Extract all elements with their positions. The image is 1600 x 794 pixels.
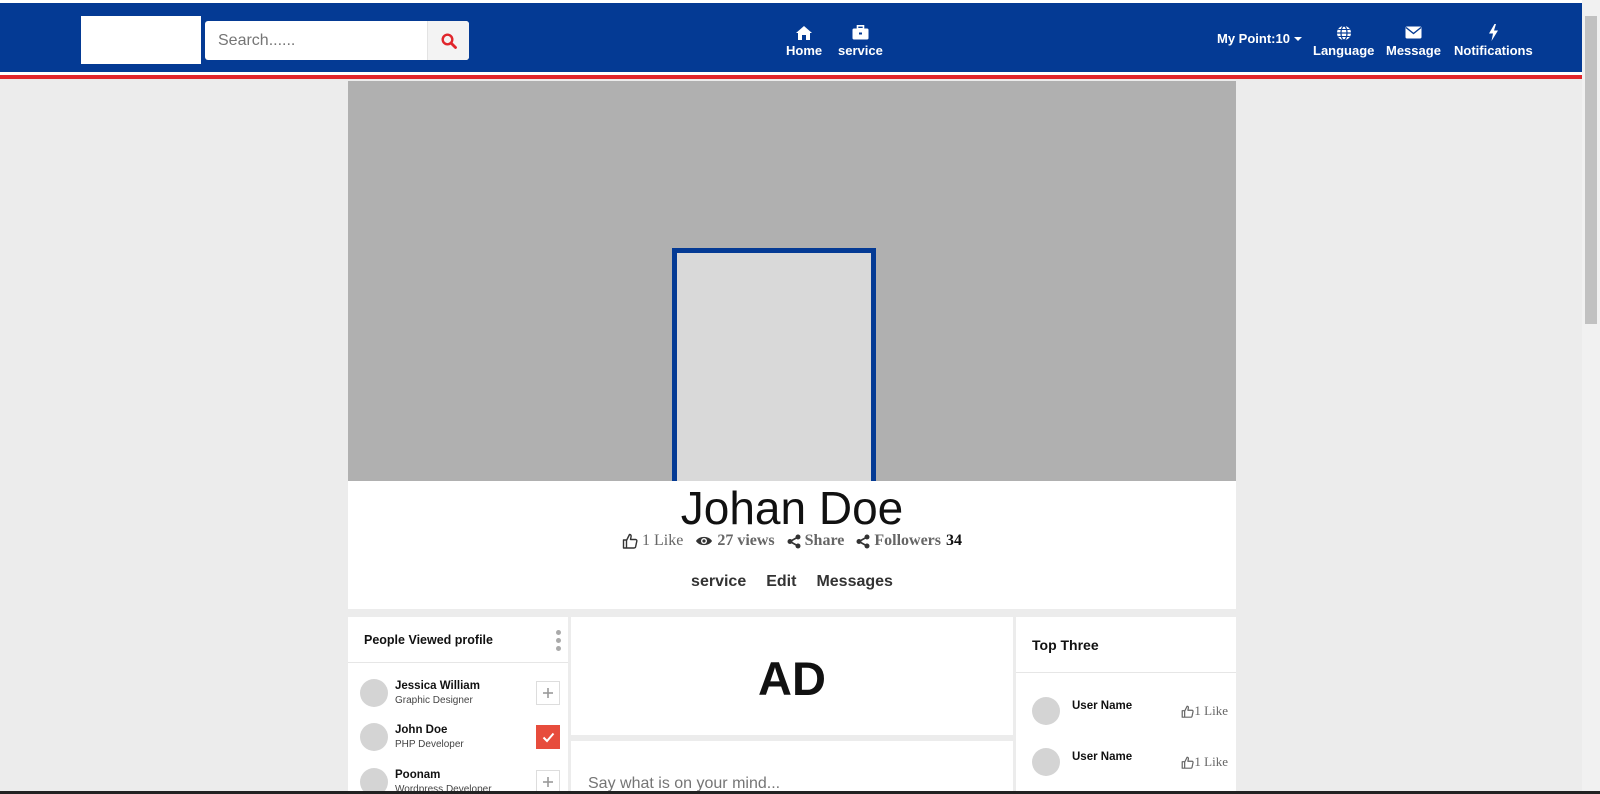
plus-icon (543, 777, 553, 787)
envelope-icon (1405, 26, 1422, 39)
eye-icon (696, 536, 713, 546)
person-role: PHP Developer (395, 739, 464, 750)
user-name[interactable]: User Name (1072, 751, 1181, 763)
nav-notifications-label: Notifications (1454, 43, 1533, 58)
nav-service[interactable]: service (838, 24, 883, 58)
search-button[interactable] (427, 21, 469, 60)
like-button[interactable]: 1 Like (622, 532, 683, 550)
bolt-icon (1488, 24, 1498, 41)
tab-service[interactable]: service (691, 573, 746, 591)
list-item: John Doe PHP Developer (360, 723, 560, 751)
tab-messages[interactable]: Messages (816, 573, 893, 591)
top-navbar: Home service My Point:10 Language Messag… (0, 3, 1582, 72)
nav-message[interactable]: Message (1386, 24, 1441, 58)
person-name[interactable]: Jessica William (395, 680, 536, 692)
followers-stat[interactable]: Followers 34 (856, 532, 962, 550)
nav-service-label: service (838, 43, 883, 58)
profile-tabs: service Edit Messages (348, 573, 1236, 591)
share-label: Share (804, 532, 845, 549)
avatar[interactable] (360, 723, 388, 751)
views-count: 27 views (717, 532, 775, 549)
tab-edit[interactable]: Edit (766, 573, 796, 591)
user-like-count: 1 Like (1194, 703, 1228, 718)
user-likes: 1 Like (1181, 754, 1228, 770)
user-like-count: 1 Like (1194, 754, 1228, 769)
profile-stats: 1 Like 27 views Share Followers 34 (348, 532, 1236, 550)
list-item: Jessica William Graphic Designer (360, 679, 560, 707)
briefcase-icon (852, 25, 869, 40)
nav-language[interactable]: Language (1313, 24, 1374, 58)
views-stat: 27 views (695, 532, 775, 550)
profile-name: Johan Doe (680, 482, 904, 534)
list-item: User Name 1 Like (1032, 748, 1228, 776)
follow-button[interactable] (536, 681, 560, 705)
share-icon (787, 534, 801, 548)
user-likes: 1 Like (1181, 703, 1228, 719)
nav-home-label: Home (786, 43, 823, 58)
person-role: Graphic Designer (395, 695, 473, 706)
following-button[interactable] (536, 725, 560, 749)
site-logo[interactable] (81, 16, 201, 64)
list-item: User Name 1 Like (1032, 697, 1228, 725)
top-three-title: Top Three (1016, 617, 1236, 673)
my-point-label: My Point:10 (1217, 31, 1290, 46)
home-icon (796, 25, 813, 40)
ad-text: AD (758, 652, 826, 705)
nav-notifications[interactable]: Notifications (1454, 24, 1533, 58)
person-name[interactable]: Poonam (395, 769, 536, 781)
avatar[interactable] (360, 679, 388, 707)
share-button[interactable]: Share (787, 532, 845, 550)
profile-picture[interactable] (672, 248, 876, 481)
scrollbar-thumb[interactable] (1585, 16, 1597, 324)
plus-icon (543, 688, 553, 698)
nav-language-label: Language (1313, 43, 1375, 58)
people-viewed-panel: People Viewed profile Jessica William Gr… (348, 617, 568, 794)
avatar[interactable] (1032, 748, 1060, 776)
people-viewed-header: People Viewed profile (348, 617, 568, 663)
share-icon (856, 534, 870, 548)
profile-card: Johan Doe 1 Like 27 views Share Follower… (348, 481, 1236, 609)
thumbs-up-icon (1182, 705, 1195, 718)
thumbs-up-icon (1182, 756, 1195, 769)
post-composer (571, 741, 1013, 794)
top-three-panel: Top Three User Name 1 Like User Name 1 L… (1016, 617, 1236, 794)
my-point-dropdown[interactable]: My Point:10 (1217, 31, 1302, 46)
followers-label: Followers (874, 532, 942, 549)
person-name[interactable]: John Doe (395, 724, 536, 736)
avatar[interactable] (1032, 697, 1060, 725)
thumbs-up-icon (622, 533, 638, 549)
check-icon (542, 732, 554, 742)
header-accent-line (0, 75, 1582, 79)
nav-home[interactable]: Home (786, 24, 822, 58)
user-name[interactable]: User Name (1072, 700, 1181, 712)
caret-down-icon (1293, 36, 1302, 41)
nav-message-label: Message (1386, 43, 1441, 58)
like-count: 1 Like (641, 532, 684, 549)
more-options-icon[interactable] (556, 630, 561, 651)
people-viewed-title: People Viewed profile (364, 632, 493, 647)
ad-banner[interactable]: AD (571, 617, 1013, 735)
search-bar (205, 21, 469, 60)
search-icon (440, 32, 457, 49)
globe-icon (1336, 24, 1351, 41)
followers-count: 34 (946, 532, 963, 549)
search-input[interactable] (205, 21, 427, 60)
